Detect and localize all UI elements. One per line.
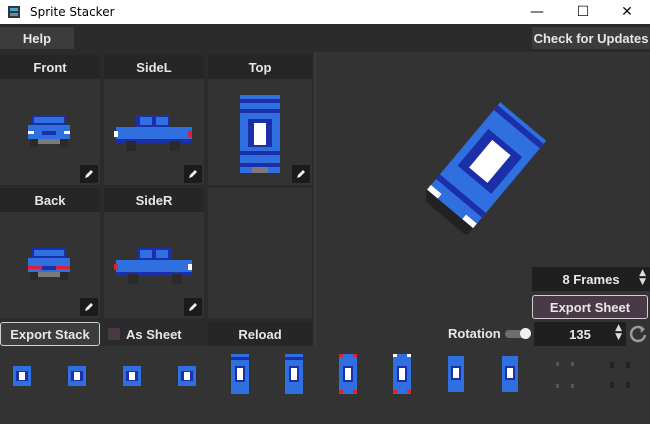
rotation-value: 135	[569, 326, 591, 342]
frame-9	[448, 356, 464, 392]
close-button[interactable]: ✕	[604, 0, 650, 24]
frame-4	[178, 366, 196, 386]
title-bar: Sprite Stacker — ☐ ✕	[0, 0, 650, 24]
rotation-spinner[interactable]: 135 ▲ ▼	[534, 322, 626, 346]
reset-icon[interactable]	[628, 323, 648, 345]
edit-back-button[interactable]	[80, 298, 98, 316]
frame-3	[123, 366, 141, 386]
window-title: Sprite Stacker	[30, 5, 115, 19]
view-front-label: Front	[0, 55, 100, 79]
car-front-sprite	[28, 115, 70, 147]
view-front[interactable]: Front	[0, 55, 100, 185]
export-sheet-button[interactable]: Export Sheet	[532, 295, 648, 319]
pencil-icon	[85, 303, 93, 311]
edit-front-button[interactable]	[80, 165, 98, 183]
app-icon	[8, 6, 20, 18]
as-sheet-label: As Sheet	[126, 326, 182, 342]
edit-sidel-button[interactable]	[184, 165, 202, 183]
view-top[interactable]: Top	[208, 55, 312, 185]
frame-11	[556, 362, 574, 388]
as-sheet-toggle[interactable]: As Sheet	[104, 322, 204, 346]
edit-top-button[interactable]	[292, 165, 310, 183]
menu-bar: Help Check for Updates	[0, 24, 650, 52]
frames-strip	[0, 346, 650, 424]
pencil-icon	[85, 170, 93, 178]
empty-cell	[208, 188, 312, 318]
frame-10	[502, 356, 518, 392]
frame-8	[393, 354, 411, 394]
car-sider-sprite	[114, 248, 192, 284]
frame-6	[285, 354, 303, 394]
reload-button[interactable]: Reload	[208, 322, 312, 346]
car-preview-sprite	[426, 102, 546, 234]
export-stack-button[interactable]: Export Stack	[0, 322, 100, 346]
pencil-icon	[189, 170, 197, 178]
frame-12	[610, 362, 630, 388]
car-top-sprite	[240, 95, 280, 173]
car-sidel-sprite	[114, 115, 192, 151]
view-sidel-label: SideL	[104, 55, 204, 79]
frame-5	[231, 354, 249, 394]
rotation-label: Rotation	[448, 326, 501, 341]
view-sidel[interactable]: SideL	[104, 55, 204, 185]
frame-7	[339, 354, 357, 394]
frames-count-spinner[interactable]: 8 Frames ▲ ▼	[532, 267, 650, 291]
check-updates-button[interactable]: Check for Updates	[532, 27, 650, 49]
frames-count-value: 8 Frames	[562, 271, 620, 287]
as-sheet-checkbox[interactable]	[108, 328, 120, 340]
pencil-icon	[189, 303, 197, 311]
spinner-arrows-icon[interactable]: ▲ ▼	[615, 324, 622, 342]
maximize-button[interactable]: ☐	[560, 0, 606, 24]
car-back-sprite	[28, 248, 70, 280]
help-button[interactable]: Help	[0, 27, 74, 49]
view-back-label: Back	[0, 188, 100, 212]
spinner-arrows-icon[interactable]: ▲ ▼	[639, 269, 646, 287]
pencil-icon	[297, 170, 305, 178]
view-sider[interactable]: SideR	[104, 188, 204, 318]
frame-2	[68, 366, 86, 386]
frame-1	[13, 366, 31, 386]
view-top-label: Top	[208, 55, 312, 79]
view-back[interactable]: Back	[0, 188, 100, 318]
view-sider-label: SideR	[104, 188, 204, 212]
minimize-button[interactable]: —	[514, 0, 560, 24]
rotation-slider-handle[interactable]	[520, 328, 531, 339]
edit-sider-button[interactable]	[184, 298, 202, 316]
